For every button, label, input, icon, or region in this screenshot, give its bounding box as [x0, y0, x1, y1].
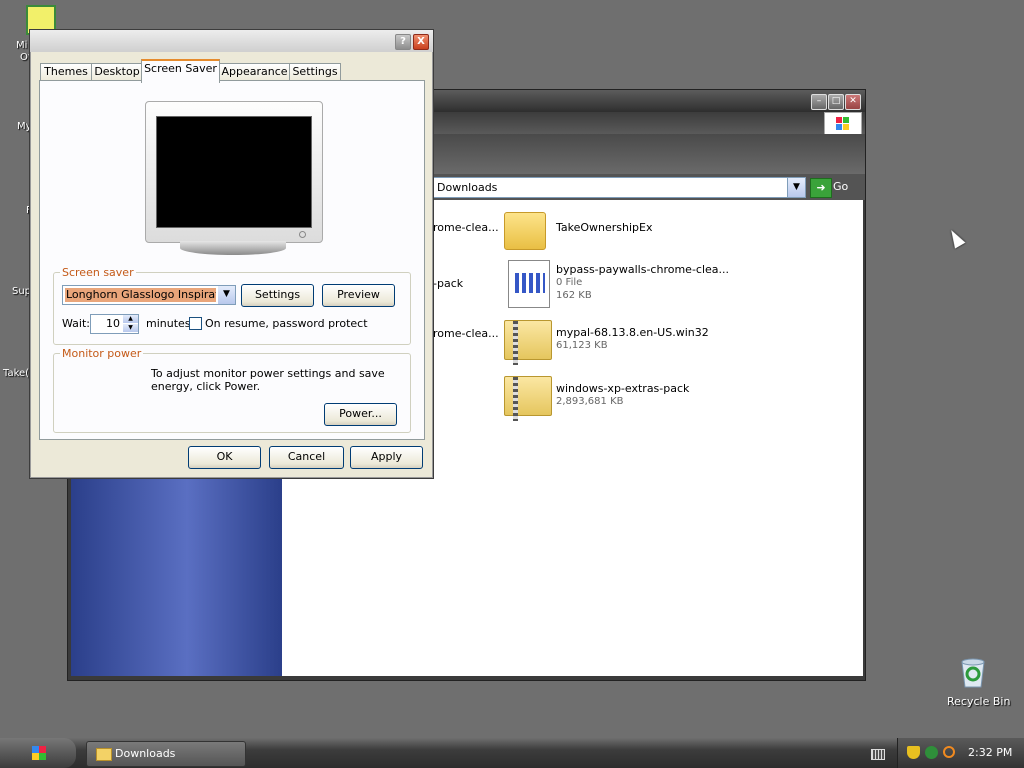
- file-label-partial-2[interactable]: -pack: [433, 277, 463, 290]
- file-item-bypass-paywalls[interactable]: bypass-paywalls-chrome-clea... 0 File 16…: [504, 260, 729, 308]
- taskbar-button-downloads[interactable]: Downloads: [86, 741, 246, 767]
- ok-button[interactable]: OK: [188, 446, 261, 469]
- tab-desktop[interactable]: Desktop: [91, 63, 143, 81]
- minutes-label: minutes: [146, 317, 191, 330]
- wait-minutes-stepper[interactable]: 10 ▲ ▼: [90, 314, 139, 334]
- wait-value: 10: [106, 317, 120, 330]
- minimize-button[interactable]: –: [811, 94, 827, 110]
- spin-down-icon[interactable]: ▼: [123, 324, 138, 332]
- windows-logo-icon: [824, 112, 862, 136]
- tab-settings[interactable]: Settings: [289, 63, 341, 81]
- zip-folder-icon: [504, 320, 552, 365]
- screen-saver-group: Screen saver Longhorn Glasslogo Inspirat…: [53, 266, 411, 345]
- monitor-stand: [180, 241, 286, 255]
- file-size: 2,893,681 KB: [556, 396, 624, 407]
- document-icon: [508, 260, 550, 308]
- file-name: bypass-paywalls-chrome-clea...: [556, 263, 730, 276]
- spin-up-icon[interactable]: ▲: [123, 315, 138, 323]
- preview-button[interactable]: Preview: [322, 284, 395, 307]
- taskbar: Downloads 2:32 PM: [0, 738, 1024, 768]
- file-size: 162 KB: [556, 290, 592, 301]
- close-button[interactable]: X: [413, 34, 429, 50]
- power-led-icon: [299, 231, 306, 238]
- recycle-bin-icon[interactable]: [958, 656, 988, 688]
- monitor-preview: [145, 101, 323, 243]
- monitor-power-description: To adjust monitor power settings and sav…: [151, 367, 385, 393]
- network-icon[interactable]: [925, 746, 938, 759]
- address-dropdown-icon[interactable]: ▼: [787, 178, 805, 197]
- file-label-partial-1[interactable]: rome-clea...: [433, 221, 499, 234]
- folder-icon: [504, 212, 546, 250]
- desktop-label-6: Take(: [3, 368, 30, 379]
- tab-screen-saver[interactable]: Screen Saver: [141, 59, 220, 83]
- display-properties-dialog: ? X Themes Desktop Screen Saver Appearan…: [29, 29, 434, 479]
- security-shield-icon[interactable]: [907, 746, 920, 759]
- close-button[interactable]: ✕: [845, 94, 861, 110]
- screen-saver-page: Screen saver Longhorn Glasslogo Inspirat…: [39, 80, 425, 440]
- recycle-bin-label: Recycle Bin: [947, 695, 1011, 708]
- dialog-titlebar[interactable]: ? X: [30, 30, 433, 52]
- selected-screen-saver: Longhorn Glasslogo Inspirat: [65, 288, 216, 302]
- go-button[interactable]: Go: [833, 180, 848, 193]
- file-type: 0 File: [556, 277, 583, 288]
- settings-button[interactable]: Settings: [241, 284, 314, 307]
- cancel-button[interactable]: Cancel: [269, 446, 344, 469]
- password-protect-checkbox[interactable]: [189, 317, 202, 330]
- keyboard-icon[interactable]: [871, 749, 885, 760]
- desktop-label-1: Mi: [16, 40, 28, 51]
- address-text: Downloads: [437, 181, 498, 194]
- chevron-down-icon[interactable]: ▼: [218, 286, 235, 304]
- password-protect-label[interactable]: On resume, password protect: [205, 317, 368, 330]
- file-name: windows-xp-extras-pack: [556, 382, 690, 395]
- help-button[interactable]: ?: [395, 34, 411, 50]
- group-title: Monitor power: [60, 347, 144, 360]
- search-icon[interactable]: [943, 746, 955, 758]
- file-size: 61,123 KB: [556, 340, 608, 351]
- zip-folder-icon: [504, 376, 552, 421]
- file-item-mypal[interactable]: mypal-68.13.8.en-US.win32 61,123 KB: [504, 316, 724, 365]
- preview-screen: [156, 116, 312, 228]
- monitor-power-group: Monitor power To adjust monitor power se…: [53, 347, 411, 433]
- taskbar-button-label: Downloads: [115, 747, 176, 760]
- maximize-button[interactable]: □: [828, 94, 844, 110]
- file-item-windows-xp-extras[interactable]: windows-xp-extras-pack 2,893,681 KB: [504, 372, 724, 421]
- group-title: Screen saver: [60, 266, 136, 279]
- file-label-partial-3[interactable]: rome-clea...: [433, 327, 499, 340]
- start-button[interactable]: [0, 738, 76, 768]
- tab-appearance[interactable]: Appearance: [219, 63, 290, 81]
- file-item-takeownershipex[interactable]: TakeOwnershipEx: [504, 208, 724, 252]
- apply-button[interactable]: Apply: [350, 446, 423, 469]
- wait-label: Wait:: [62, 317, 90, 330]
- power-button[interactable]: Power...: [324, 403, 397, 426]
- go-arrow-icon[interactable]: ➜: [810, 178, 832, 198]
- system-tray: 2:32 PM: [897, 738, 1024, 768]
- folder-icon: [96, 748, 112, 761]
- screen-saver-select[interactable]: Longhorn Glasslogo Inspirat ▼: [62, 285, 236, 305]
- file-name: mypal-68.13.8.en-US.win32: [556, 326, 709, 339]
- windows-flag-icon: [32, 746, 46, 760]
- mouse-cursor-icon: [946, 227, 966, 249]
- file-name: TakeOwnershipEx: [556, 221, 653, 234]
- tab-themes[interactable]: Themes: [40, 63, 92, 81]
- clock[interactable]: 2:32 PM: [968, 746, 1012, 759]
